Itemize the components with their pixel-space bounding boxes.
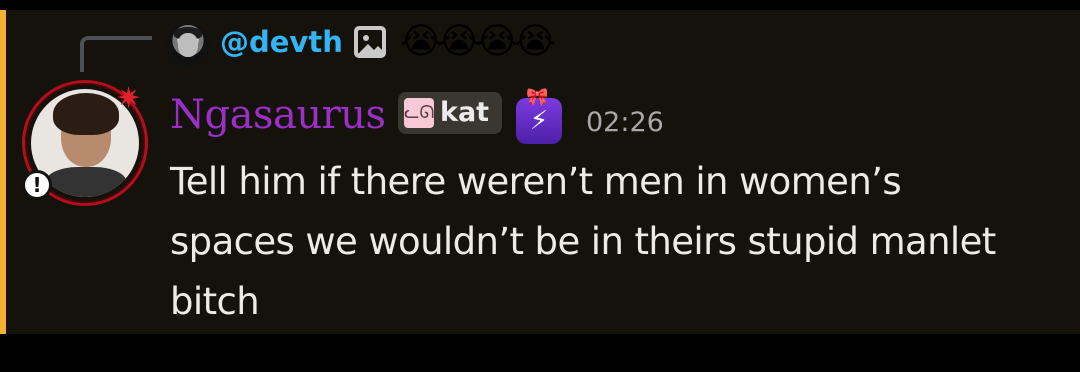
top-black-bar	[0, 0, 1080, 10]
avatar-shirt	[45, 167, 127, 197]
mention-accent-bar	[0, 10, 6, 334]
cat-face-icon: ᓚᘏ	[404, 98, 434, 128]
reply-connector-line	[80, 36, 152, 72]
status-badge: !	[22, 170, 52, 200]
bottom-black-bar	[0, 334, 1080, 372]
reply-username[interactable]: @devth	[220, 24, 343, 60]
server-tag[interactable]: ᓚᘏ kat	[398, 92, 502, 134]
message-line: spaces we wouldn’t be in theirs stupid m…	[170, 220, 996, 263]
message-line: bitch	[170, 280, 260, 323]
chat-message[interactable]: @devth 😭😭😭😭 ✷ ! Ngasaurus ᓚᘏ kat ⚡ 🎀 02:…	[0, 10, 1080, 334]
anger-symbol-icon: ✷	[116, 81, 142, 116]
server-tag-label: kat	[440, 97, 490, 128]
reply-avatar-face	[178, 33, 198, 57]
avatar-hair	[53, 93, 119, 135]
message-timestamp[interactable]: 02:26	[586, 106, 664, 140]
author-avatar[interactable]: ✷ !	[22, 80, 148, 206]
reply-preview-emojis[interactable]: 😭😭😭😭	[400, 20, 556, 64]
image-icon	[354, 26, 386, 58]
reply-avatar[interactable]	[166, 23, 210, 67]
bow-icon: 🎀	[526, 87, 549, 108]
author-username[interactable]: Ngasaurus	[170, 90, 386, 140]
message-line: Tell him if there weren’t men in women’s	[170, 160, 902, 203]
message-content: Tell him if there weren’t men in women’s…	[170, 152, 1070, 332]
